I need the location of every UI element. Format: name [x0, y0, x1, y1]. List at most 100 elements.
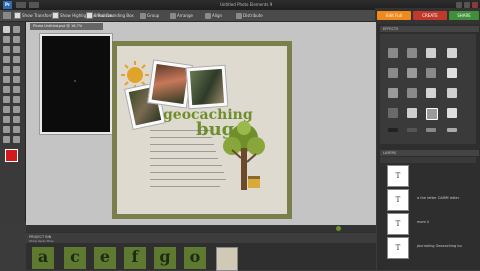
- show-files-dropdown[interactable]: Show Open Files: [29, 239, 54, 243]
- sponge-tool-icon[interactable]: [13, 136, 20, 143]
- layer-row[interactable]: T a the letter CAMM letter: [383, 187, 475, 211]
- group-icon: [140, 12, 146, 19]
- distribute-option[interactable]: Distribute: [236, 12, 263, 19]
- share-button[interactable]: SHARE: [449, 11, 479, 20]
- black-preview-image[interactable]: [40, 34, 112, 134]
- effect-swatch-20[interactable]: [447, 128, 457, 132]
- checkbox-icon[interactable]: [14, 12, 21, 19]
- document-tab[interactable]: Photo Untitled.psd @ 16.7%: [30, 23, 103, 30]
- bin-item-letter[interactable]: e: [94, 247, 116, 269]
- window-title: Untitled Photo Elements 9: [220, 2, 273, 7]
- photo-child-3[interactable]: [185, 64, 229, 110]
- effect-swatch-8[interactable]: [447, 68, 457, 78]
- layer-row[interactable]: T: [383, 163, 475, 187]
- show-transform-option[interactable]: Show Transform: [14, 12, 54, 19]
- effect-swatch-6[interactable]: [407, 68, 417, 78]
- move-tool-icon[interactable]: [3, 26, 10, 33]
- effect-swatch-3[interactable]: [426, 48, 436, 58]
- layer-thumbnail: T: [387, 213, 409, 235]
- menu-button[interactable]: [16, 2, 26, 8]
- spot-healing-tool-icon[interactable]: [13, 86, 20, 93]
- layer-thumbnail: T: [387, 189, 409, 211]
- create-button[interactable]: CREATE: [413, 11, 447, 20]
- layers-panel-header[interactable]: LAYERS: [380, 150, 479, 156]
- effect-swatch-18[interactable]: [407, 128, 417, 132]
- edit-full-button[interactable]: Edit Full: [377, 11, 411, 20]
- layer-thumbnail: T: [387, 165, 409, 187]
- eyedropper-tool-icon[interactable]: [13, 36, 20, 43]
- effect-swatch-15[interactable]: [426, 108, 438, 120]
- bin-item-letter[interactable]: a: [32, 247, 54, 269]
- crop-tool-icon[interactable]: [13, 66, 20, 73]
- bin-item-letter[interactable]: f: [124, 247, 146, 269]
- journal-line: [150, 130, 210, 131]
- toolbox: [0, 22, 26, 222]
- paint-bucket-tool-icon[interactable]: [13, 116, 20, 123]
- effect-swatch-2[interactable]: [407, 48, 417, 58]
- project-bin-header: PROJECT BIN Show Open Files: [26, 233, 376, 243]
- journal-line: [150, 144, 214, 145]
- option-label: Align: [212, 13, 223, 18]
- layer-row[interactable]: T mom ii: [383, 211, 475, 235]
- cursor-dot: [74, 80, 76, 82]
- effect-swatch-9[interactable]: [388, 88, 398, 98]
- smart-brush-tool-icon[interactable]: [3, 116, 10, 123]
- effect-swatch-13[interactable]: [388, 108, 398, 118]
- journal-line: [150, 151, 216, 152]
- effect-swatch-16[interactable]: [447, 108, 457, 118]
- effects-panel: [380, 34, 476, 144]
- eraser-tool-icon[interactable]: [13, 96, 20, 103]
- magic-wand-tool-icon[interactable]: [3, 56, 10, 63]
- effect-swatch-5[interactable]: [388, 68, 398, 78]
- arrange-icon: [170, 12, 176, 19]
- journal-line: [150, 165, 222, 166]
- effect-swatch-4[interactable]: [447, 48, 457, 58]
- effect-swatch-7[interactable]: [426, 68, 436, 78]
- move-tool-icon: [3, 12, 11, 19]
- gradient-tool-icon[interactable]: [3, 126, 10, 133]
- bin-item-page-thumbnail[interactable]: [216, 247, 238, 271]
- option-label: Group: [147, 13, 160, 18]
- effect-swatch-14[interactable]: [407, 108, 417, 118]
- checkbox-icon[interactable]: [86, 12, 93, 19]
- straighten-tool-icon[interactable]: [13, 76, 20, 83]
- view-button[interactable]: [29, 2, 39, 8]
- effect-swatch-11[interactable]: [426, 88, 436, 98]
- type-tool-icon[interactable]: [3, 66, 10, 73]
- options-bar: Show Transform Show Highlight on Rollove…: [0, 10, 375, 22]
- marquee-tool-icon[interactable]: [3, 46, 10, 53]
- clone-stamp-tool-icon[interactable]: [3, 96, 10, 103]
- zoom-tool-icon[interactable]: [13, 26, 20, 33]
- bin-item-letter[interactable]: g: [154, 247, 176, 269]
- bin-item-letter[interactable]: c: [64, 247, 86, 269]
- bin-item-letter[interactable]: o: [184, 247, 206, 269]
- align-icon: [205, 12, 211, 19]
- red-eye-tool-icon[interactable]: [3, 86, 10, 93]
- shape-tool-icon[interactable]: [13, 126, 20, 133]
- cookie-cutter-tool-icon[interactable]: [3, 76, 10, 83]
- distribute-icon: [236, 12, 242, 19]
- group-option[interactable]: Group: [140, 12, 159, 19]
- effect-swatch-12[interactable]: [447, 88, 457, 98]
- lasso-tool-icon[interactable]: [13, 46, 20, 53]
- effect-swatch-19[interactable]: [426, 128, 436, 132]
- layer-thumbnail: T: [387, 237, 409, 259]
- layer-row[interactable]: T Journaling Geocaching bu: [383, 235, 475, 259]
- option-label: Show Bounding Box: [94, 13, 134, 18]
- effects-panel-header[interactable]: EFFECTS: [380, 26, 479, 32]
- checkbox-icon[interactable]: [52, 12, 59, 19]
- foreground-color-swatch[interactable]: [5, 149, 18, 162]
- selection-brush-tool-icon[interactable]: [13, 56, 20, 63]
- journal-line: [150, 179, 226, 180]
- bounding-box-option[interactable]: Show Bounding Box: [86, 12, 134, 19]
- hand-tool-icon[interactable]: [3, 36, 10, 43]
- brush-tool-icon[interactable]: [13, 106, 20, 113]
- blur-tool-icon[interactable]: [3, 136, 10, 143]
- pencil-tool-icon[interactable]: [3, 106, 10, 113]
- effect-swatch-10[interactable]: [407, 88, 417, 98]
- arrange-option[interactable]: Arrange: [170, 12, 193, 19]
- effect-swatch-1[interactable]: [388, 48, 398, 58]
- mode-bar: Edit Full CREATE SHARE: [375, 8, 480, 24]
- effect-swatch-17[interactable]: [388, 128, 398, 132]
- align-option[interactable]: Align: [205, 12, 222, 19]
